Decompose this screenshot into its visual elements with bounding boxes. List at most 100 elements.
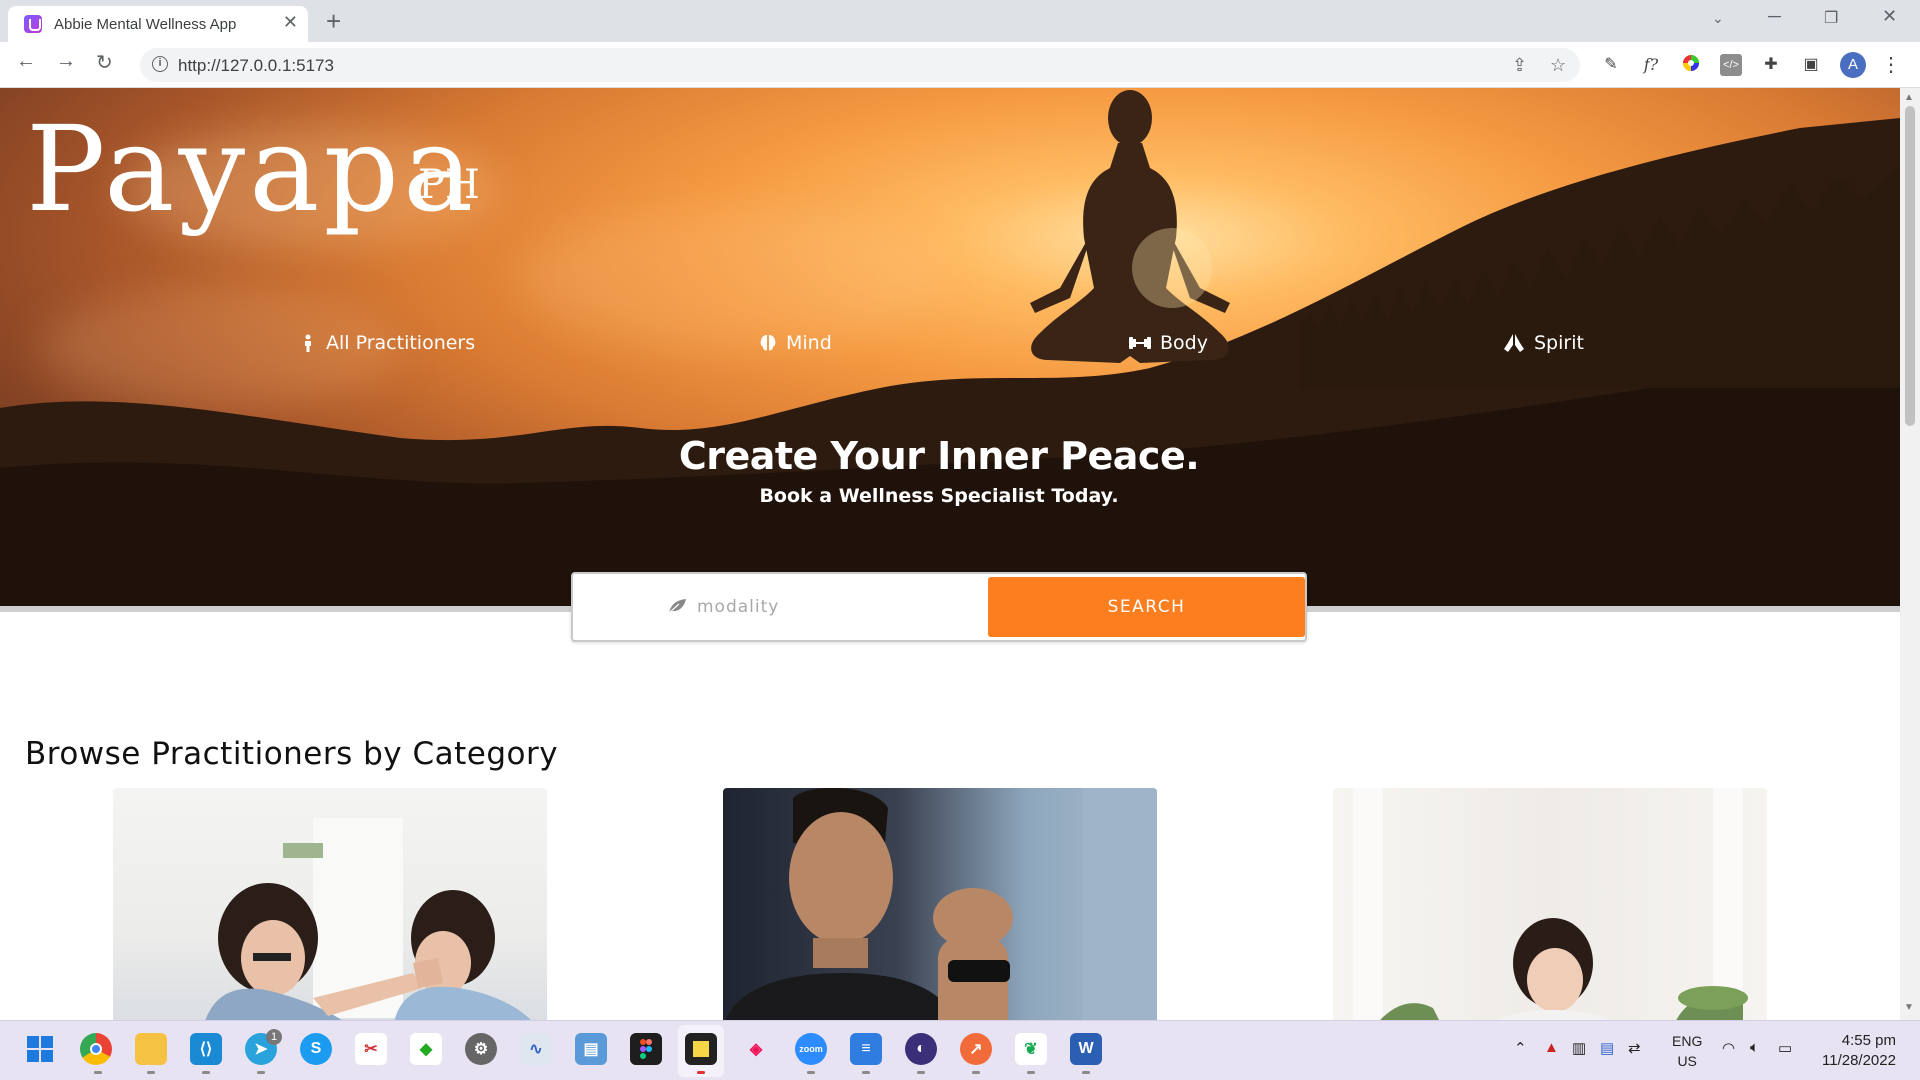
running-indicator [94, 1071, 102, 1074]
share-icon[interactable]: ⇪ [1512, 55, 1527, 76]
running-indicator [1027, 1071, 1035, 1074]
nav-label: Spirit [1534, 332, 1584, 354]
search-field[interactable] [573, 574, 985, 640]
minimize-icon[interactable]: ─ [1768, 6, 1781, 27]
file-explorer-icon[interactable] [135, 1033, 167, 1065]
running-indicator [862, 1071, 870, 1074]
running-indicator [972, 1071, 980, 1074]
forward-arrow-icon[interactable]: → [56, 50, 76, 73]
mongodb-icon[interactable]: ❦ [1015, 1033, 1047, 1065]
system-clock[interactable]: 4:55 pm 11/28/2022 [1822, 1031, 1896, 1071]
moon-app-icon[interactable]: ◐ [905, 1033, 937, 1065]
category-card-body[interactable] [723, 788, 1157, 1020]
anydesk-icon[interactable]: ◆ [410, 1033, 442, 1065]
running-indicator [202, 1071, 210, 1074]
figma-icon[interactable] [630, 1033, 662, 1065]
snipping-tool-icon[interactable]: ✂ [355, 1033, 387, 1065]
scroll-up-arrow-icon[interactable]: ▲ [1904, 92, 1914, 103]
site-info-icon[interactable]: i [152, 56, 168, 72]
browser-tab-active[interactable]: Abbie Mental Wellness App ✕ [8, 6, 308, 42]
hero-headline: Create Your Inner Peace. [678, 434, 1200, 478]
browser-menu-icon[interactable]: ⋮ [1880, 54, 1902, 76]
running-indicator [1082, 1071, 1090, 1074]
new-tab-button[interactable]: + [326, 6, 341, 37]
browse-category-heading: Browse Practitioners by Category [25, 736, 559, 772]
praying-hands-icon [1504, 334, 1524, 352]
app-favicon-icon [24, 15, 42, 33]
windows-start-icon[interactable] [24, 1033, 56, 1065]
tray-app-icon[interactable]: ▲ [1544, 1039, 1559, 1056]
tray-app-icon[interactable]: ▥ [1572, 1039, 1586, 1057]
category-card-spirit[interactable] [1333, 788, 1767, 1020]
active-indicator [697, 1071, 705, 1074]
highlighter-extension-icon[interactable]: ✎ [1600, 54, 1622, 76]
devtools-extension-icon[interactable]: </> [1720, 54, 1742, 76]
tab-search-icon[interactable]: ⌄ [1712, 10, 1724, 27]
profile-avatar[interactable]: A [1840, 52, 1866, 78]
person-icon [305, 334, 311, 352]
chrome-icon[interactable] [80, 1033, 112, 1065]
bookmark-star-icon[interactable]: ☆ [1550, 55, 1566, 76]
scrollbar-thumb[interactable] [1905, 106, 1915, 426]
brain-icon [760, 335, 776, 351]
battery-icon[interactable]: ▭ [1778, 1039, 1792, 1057]
page-viewport: Payapa PH test All Practitioners Mind Bo… [0, 88, 1900, 1020]
font-extension-icon[interactable]: f? [1640, 54, 1662, 76]
region-code: US [1677, 1053, 1697, 1069]
word-icon[interactable]: W [1070, 1033, 1102, 1065]
nav-all-practitioners[interactable]: All Practitioners [298, 332, 475, 354]
running-indicator [917, 1071, 925, 1074]
input-language[interactable]: ENG US [1672, 1031, 1702, 1071]
dumbbell-icon [1129, 337, 1151, 349]
hero-banner: Payapa PH test All Practitioners Mind Bo… [0, 88, 1900, 612]
modality-search-input[interactable] [697, 592, 967, 622]
resource-monitor-icon[interactable]: ∿ [520, 1033, 552, 1065]
nav-label: All Practitioners [326, 332, 476, 354]
skype-icon[interactable]: S [300, 1033, 332, 1065]
hero-subheadline: Book a Wellness Specialist Today. [759, 485, 1119, 507]
url-text[interactable]: http://127.0.0.1:5173 [178, 56, 334, 76]
running-indicator [257, 1071, 265, 1074]
notepad-icon[interactable]: ≡ [850, 1033, 882, 1065]
test-link[interactable]: test [1826, 174, 1858, 197]
nav-mind[interactable]: Mind [758, 332, 832, 354]
tab-close-icon[interactable]: ✕ [283, 12, 298, 33]
show-hidden-icons-chevron-icon[interactable]: ⌃ [1514, 1039, 1527, 1057]
browser-tabstrip: Abbie Mental Wellness App ✕ + ⌄ ─ ❐ ✕ [0, 0, 1920, 42]
postman-icon[interactable]: ↗ [960, 1033, 992, 1065]
nav-label: Body [1160, 332, 1208, 354]
settings-gear-icon[interactable]: ⚙ [465, 1033, 497, 1065]
clock-time: 4:55 pm [1841, 1032, 1896, 1049]
browser-toolbar: ← → ↻ i http://127.0.0.1:5173 ⇪ ☆ ✎ f? <… [0, 42, 1920, 88]
vscode-icon[interactable]: ⟨⟩ [190, 1033, 222, 1065]
search-button[interactable]: SEARCH [988, 577, 1305, 637]
wifi-icon[interactable]: ◠ [1722, 1039, 1735, 1057]
meditating-figure [1030, 90, 1230, 363]
zoom-icon[interactable]: zoom [795, 1033, 827, 1065]
color-picker-extension-icon[interactable] [1680, 54, 1702, 76]
tray-switch-icon[interactable]: ⇄ [1628, 1039, 1641, 1057]
close-window-icon[interactable]: ✕ [1882, 6, 1897, 27]
page-scrollbar[interactable]: ▲ ▼ [1900, 88, 1920, 1020]
scroll-down-arrow-icon[interactable]: ▼ [1904, 1002, 1914, 1013]
remote-desktop-icon[interactable]: ▤ [575, 1033, 607, 1065]
address-bar[interactable]: i http://127.0.0.1:5173 ⇪ ☆ [140, 48, 1580, 82]
reload-icon[interactable]: ↻ [96, 50, 113, 75]
leaf-icon [668, 599, 686, 614]
tab-title: Abbie Mental Wellness App [54, 16, 237, 33]
counseling-photo [205, 818, 531, 1020]
back-arrow-icon[interactable]: ← [16, 50, 36, 73]
volume-icon[interactable]: 🔈︎ [1750, 1039, 1759, 1056]
running-indicator [147, 1071, 155, 1074]
nav-spirit[interactable]: Spirit [1502, 332, 1584, 354]
category-card-mind[interactable] [113, 788, 547, 1020]
nav-body[interactable]: Body [1128, 332, 1208, 354]
restore-icon[interactable]: ❐ [1824, 8, 1838, 28]
tray-app-icon[interactable]: ▤ [1600, 1039, 1614, 1057]
git-icon[interactable]: ◈ [740, 1033, 772, 1065]
sticky-notes-icon[interactable] [685, 1033, 717, 1065]
extensions-puzzle-icon[interactable]: ✚ [1760, 54, 1782, 76]
site-logo[interactable]: Payapa [26, 100, 477, 238]
clock-date: 11/28/2022 [1822, 1052, 1896, 1069]
side-panel-icon[interactable]: ▣ [1800, 54, 1822, 76]
